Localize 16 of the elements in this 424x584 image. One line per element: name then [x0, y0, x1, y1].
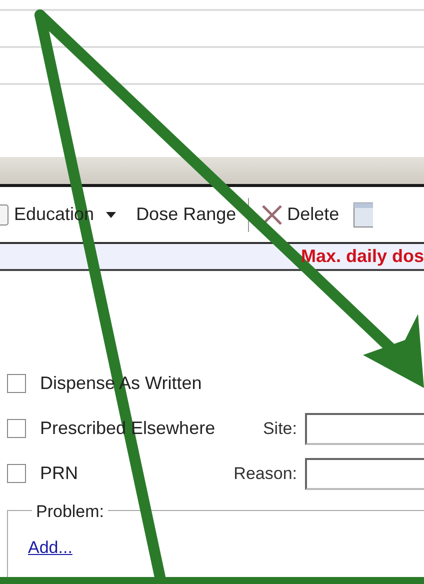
- delete-button[interactable]: Delete: [255, 201, 346, 228]
- input-field[interactable]: [305, 458, 424, 490]
- document-icon: [0, 204, 10, 226]
- field-label: Reason:: [234, 462, 297, 485]
- field-label: Site:: [262, 418, 297, 440]
- input-field[interactable]: [305, 412, 424, 444]
- caret-icon: [106, 212, 116, 218]
- checkbox-label: PRN: [40, 462, 80, 485]
- window-icon[interactable]: [353, 202, 374, 228]
- close-icon: [261, 204, 284, 226]
- checkbox[interactable]: [7, 374, 26, 393]
- toolbar-button[interactable]: Dose Range: [130, 201, 242, 228]
- checkbox[interactable]: [7, 464, 26, 483]
- checkbox[interactable]: [7, 419, 26, 438]
- add-link[interactable]: Add...: [28, 535, 72, 560]
- warning-text: Max. daily dos: [300, 245, 424, 268]
